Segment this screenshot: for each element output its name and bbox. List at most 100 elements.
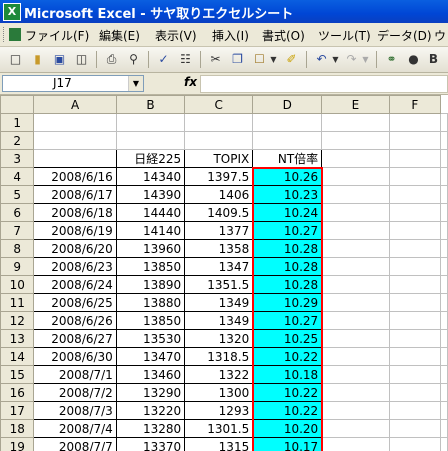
menu-data[interactable]: データ(D): [377, 27, 432, 44]
cell-topix[interactable]: 1351.5: [184, 275, 254, 294]
cell-nikkei[interactable]: 日経225: [115, 149, 186, 168]
cell-f[interactable]: [388, 239, 442, 258]
copy-icon[interactable]: ❐: [230, 52, 245, 67]
cell-date[interactable]: [33, 149, 117, 168]
cell-f[interactable]: [388, 221, 442, 240]
cell-nikkei[interactable]: 13530: [115, 329, 186, 348]
cell-e[interactable]: [321, 239, 390, 258]
help-icon[interactable]: ●: [406, 52, 421, 67]
cell-e[interactable]: [321, 419, 390, 438]
cell-topix[interactable]: 1397.5: [184, 167, 254, 186]
cell-date[interactable]: 2008/6/27: [33, 329, 117, 348]
cell-f[interactable]: [388, 149, 442, 168]
cell-topix[interactable]: 1347: [184, 257, 254, 276]
cell-topix[interactable]: 1301.5: [184, 419, 254, 438]
cell-topix[interactable]: 1349: [184, 293, 254, 312]
cell-nikkei[interactable]: 14390: [115, 185, 186, 204]
row-header[interactable]: 15: [0, 365, 35, 384]
cell-date[interactable]: 2008/6/19: [33, 221, 117, 240]
cell-e[interactable]: [321, 167, 390, 186]
save-icon[interactable]: ▣: [52, 52, 67, 67]
row-header[interactable]: 16: [0, 383, 35, 402]
cell-e[interactable]: [321, 401, 390, 420]
cell-g[interactable]: [440, 275, 448, 294]
cell-date[interactable]: 2008/7/3: [33, 401, 117, 420]
cell-g[interactable]: [440, 185, 448, 204]
cell-e[interactable]: [321, 329, 390, 348]
paste-icon[interactable]: ☐: [252, 52, 267, 67]
cell-topix[interactable]: 1377: [184, 221, 254, 240]
menu-format[interactable]: 書式(O): [262, 27, 305, 44]
cell-g[interactable]: [440, 167, 448, 186]
format-painter-icon[interactable]: ✐: [284, 52, 299, 67]
cell-nikkei[interactable]: 13470: [115, 347, 186, 366]
row-header[interactable]: 10: [0, 275, 35, 294]
cell-nt-ratio[interactable]: 10.26: [252, 167, 323, 186]
cell-topix[interactable]: 1315: [184, 437, 254, 451]
cell-f[interactable]: [388, 329, 442, 348]
cell-e[interactable]: [321, 437, 390, 451]
cut-icon[interactable]: ✂: [208, 52, 223, 67]
cell-e[interactable]: [321, 185, 390, 204]
cell-f[interactable]: [388, 167, 442, 186]
cell-f[interactable]: [388, 311, 442, 330]
menu-view[interactable]: 表示(V): [155, 27, 197, 44]
cell-e[interactable]: [321, 311, 390, 330]
cell-topix[interactable]: 1293: [184, 401, 254, 420]
cell-nt-ratio[interactable]: 10.20: [252, 419, 323, 438]
menu-file[interactable]: ファイル(F): [25, 27, 89, 44]
chevron-down-icon[interactable]: ▼: [128, 76, 143, 91]
row-header[interactable]: 2: [0, 131, 35, 150]
column-header-c[interactable]: C: [184, 95, 254, 114]
spelling-icon[interactable]: ✓: [156, 52, 171, 67]
row-header[interactable]: 6: [0, 203, 35, 222]
cell-nt-ratio[interactable]: 10.28: [252, 239, 323, 258]
redo-icon[interactable]: ↷: [344, 52, 359, 67]
cell-date[interactable]: 2008/6/16: [33, 167, 117, 186]
cell-nikkei[interactable]: 14340: [115, 167, 186, 186]
cell-nikkei[interactable]: 13460: [115, 365, 186, 384]
row-header[interactable]: 13: [0, 329, 35, 348]
open-icon[interactable]: ▮: [30, 52, 45, 67]
cell-topix[interactable]: 1322: [184, 365, 254, 384]
cell-date[interactable]: 2008/7/7: [33, 437, 117, 451]
cell-nikkei[interactable]: 13960: [115, 239, 186, 258]
cell-f[interactable]: [388, 437, 442, 451]
cell-g[interactable]: [440, 221, 448, 240]
select-all-corner[interactable]: [0, 95, 35, 114]
workbook-icon[interactable]: [9, 28, 21, 41]
row-header[interactable]: 8: [0, 239, 35, 258]
row-header[interactable]: 11: [0, 293, 35, 312]
cell-e[interactable]: [321, 221, 390, 240]
print-icon[interactable]: ⎙: [104, 52, 119, 67]
cell-g[interactable]: [440, 113, 448, 132]
cell-date[interactable]: 2008/6/23: [33, 257, 117, 276]
cell-g[interactable]: [440, 149, 448, 168]
cell-date[interactable]: 2008/6/26: [33, 311, 117, 330]
cell-topix[interactable]: 1349: [184, 311, 254, 330]
cell-date[interactable]: 2008/7/4: [33, 419, 117, 438]
cell-nt-ratio[interactable]: 10.28: [252, 275, 323, 294]
row-header[interactable]: 1: [0, 113, 35, 132]
cell-g[interactable]: [440, 293, 448, 312]
cell-g[interactable]: [440, 347, 448, 366]
cell-g[interactable]: [440, 311, 448, 330]
column-header-e[interactable]: E: [321, 95, 390, 114]
cell-nikkei[interactable]: 13370: [115, 437, 186, 451]
column-header-d[interactable]: D: [252, 95, 323, 114]
paste-dropdown-icon[interactable]: ▼: [266, 52, 281, 67]
worksheet-grid[interactable]: A B C D E F 1 2 3 日経225 TOPIX NT倍率 4 2008/6/16 1…: [0, 95, 448, 451]
menu-window[interactable]: ウ: [434, 27, 446, 44]
undo-icon[interactable]: ↶: [314, 52, 329, 67]
cell-e[interactable]: [321, 131, 390, 150]
row-header[interactable]: 19: [0, 437, 35, 451]
row-header[interactable]: 4: [0, 167, 35, 186]
menu-tools[interactable]: ツール(T): [318, 27, 371, 44]
cell-nt-ratio[interactable]: 10.27: [252, 311, 323, 330]
cell-nt-ratio[interactable]: 10.22: [252, 401, 323, 420]
cell-nikkei[interactable]: 13290: [115, 383, 186, 402]
column-header-f[interactable]: F: [388, 95, 442, 114]
cell-g[interactable]: [440, 329, 448, 348]
cell-date[interactable]: 2008/6/20: [33, 239, 117, 258]
bold-icon[interactable]: B: [426, 52, 441, 67]
